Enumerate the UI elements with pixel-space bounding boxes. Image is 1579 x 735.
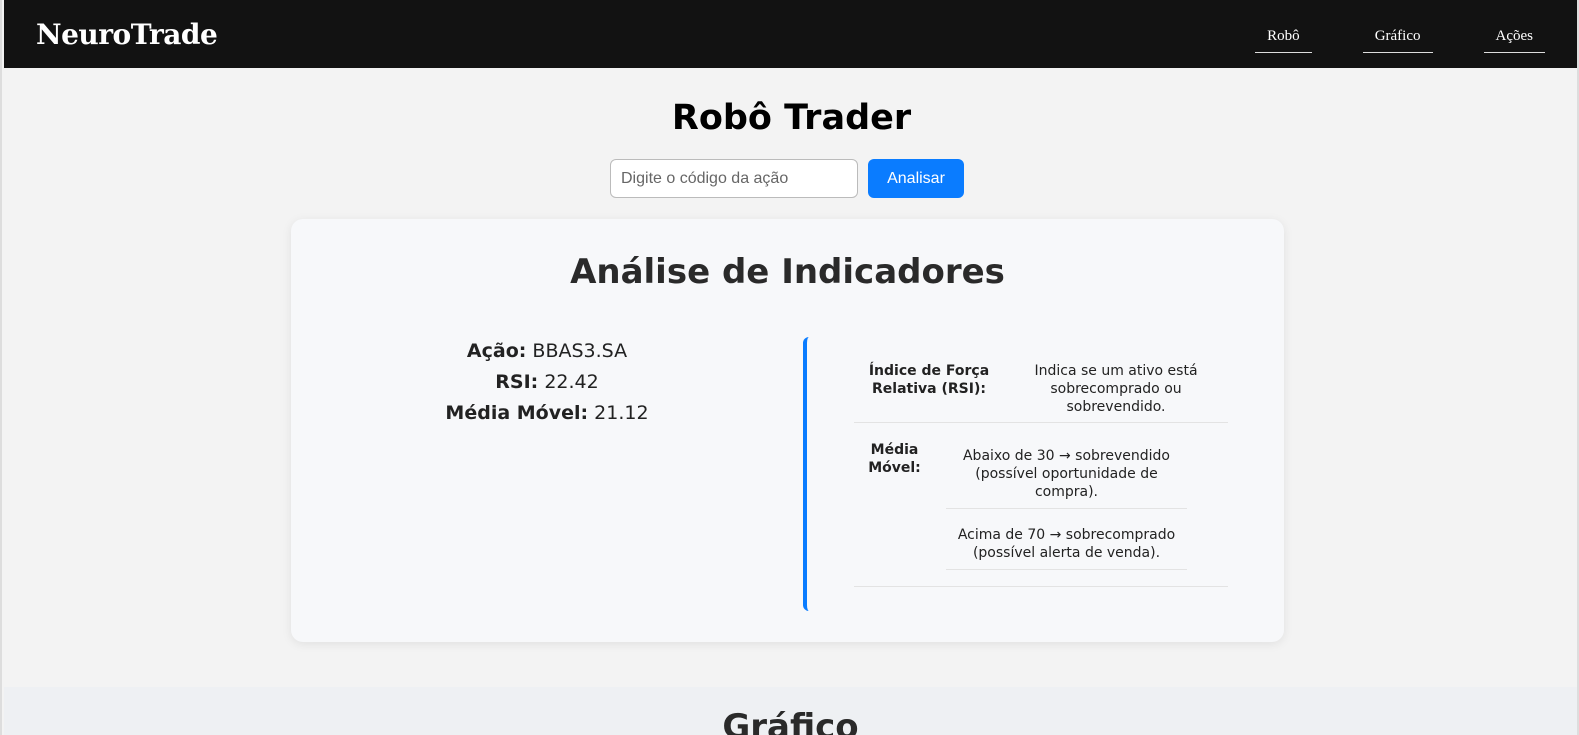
nav-links: Robô Gráfico Ações — [1255, 0, 1545, 68]
chart-section-title: Gráfico — [722, 707, 859, 735]
stock-label: Ação: — [466, 340, 527, 362]
info-label-moving-average: Média Móvel: — [868, 442, 921, 476]
indicators-card: Análise de Indicadores Ação: BBAS3.SA RS… — [291, 219, 1284, 642]
brand-logo[interactable]: NeuroTrade — [36, 18, 218, 51]
analyze-button[interactable]: Analisar — [868, 159, 964, 198]
moving-average-label: Média Móvel: — [445, 402, 589, 424]
rsi-label: RSI: — [495, 371, 539, 393]
moving-average-value: 21.12 — [594, 402, 649, 424]
search-form: Analisar — [610, 159, 964, 198]
accent-divider — [803, 337, 809, 611]
nav-link-grafico[interactable]: Gráfico — [1362, 27, 1433, 53]
info-sub-below-30: Abaixo de 30 → sobrevendido (possível op… — [946, 423, 1187, 509]
info-desc-rsi: Indica se um ativo está sobrecomprado ou… — [1034, 363, 1198, 415]
info-desc-moving-average: Abaixo de 30 → sobrevendido (possível op… — [946, 423, 1187, 586]
nav-link-robo[interactable]: Robô — [1255, 27, 1312, 53]
info-sub-above-70: Acima de 70 → sobrecomprado (possível al… — [946, 509, 1187, 570]
value-row-moving-average: Média Móvel: 21.12 — [391, 398, 703, 429]
value-row-rsi: RSI: 22.42 — [391, 367, 703, 398]
indicator-values: Ação: BBAS3.SA RSI: 22.42 Média Móvel: 2… — [391, 336, 703, 429]
stock-value: BBAS3.SA — [532, 340, 628, 362]
indicator-info-table: Índice de Força Relativa (RSI): Indica s… — [854, 357, 1228, 587]
chart-section: Gráfico — [4, 687, 1577, 735]
nav-link-acoes[interactable]: Ações — [1483, 27, 1545, 53]
navbar: NeuroTrade Robô Gráfico Ações — [4, 0, 1577, 68]
value-row-stock: Ação: BBAS3.SA — [391, 336, 703, 367]
page: NeuroTrade Robô Gráfico Ações Robô Trade… — [0, 0, 1579, 735]
page-title: Robô Trader — [671, 98, 912, 138]
stock-code-input[interactable] — [610, 159, 858, 198]
info-label-rsi: Índice de Força Relativa (RSI): — [868, 363, 990, 397]
info-row-rsi: Índice de Força Relativa (RSI): Indica s… — [854, 357, 1228, 423]
rsi-value: 22.42 — [544, 371, 599, 393]
info-row-moving-average: Média Móvel: Abaixo de 30 → sobrevendido… — [854, 423, 1228, 587]
card-title: Análise de Indicadores — [570, 252, 1005, 292]
